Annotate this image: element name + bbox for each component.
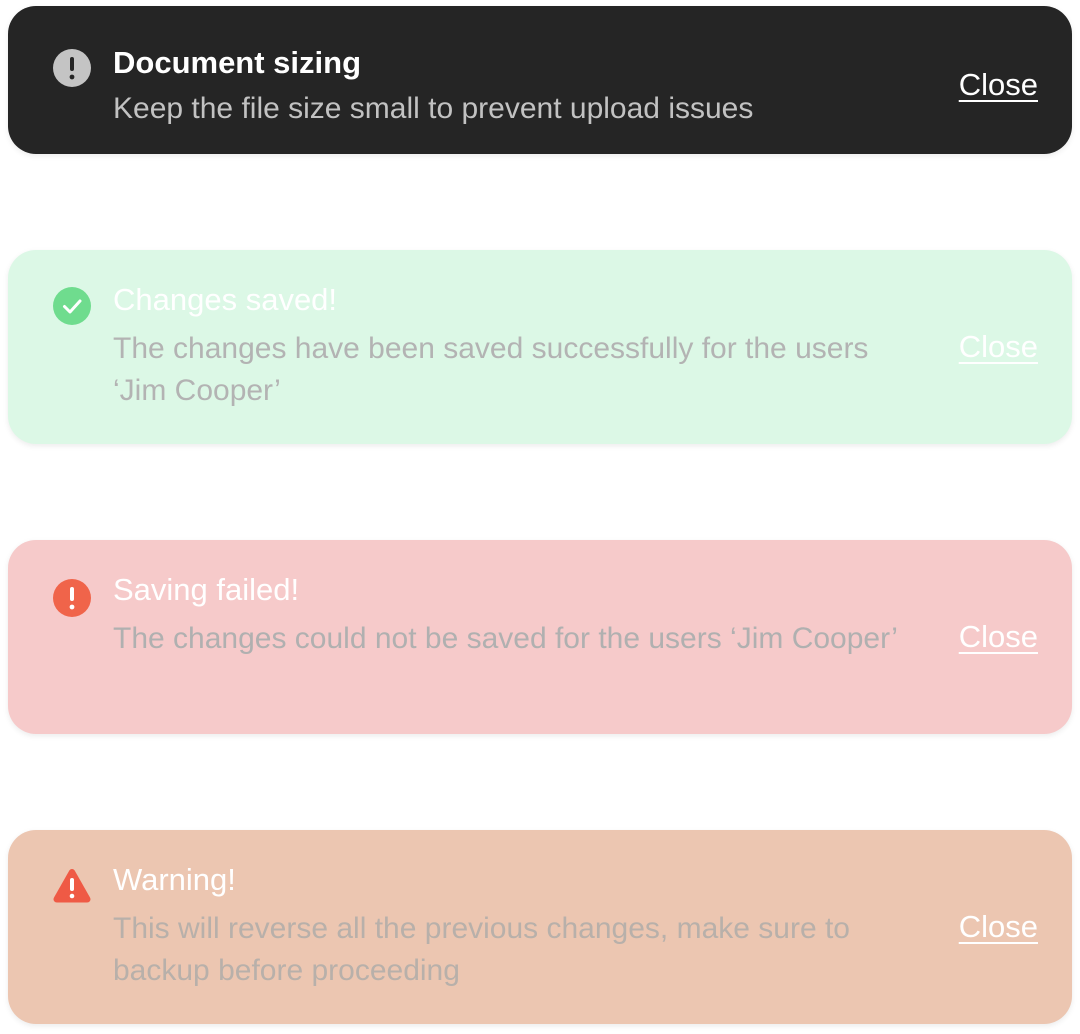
toast-message: Keep the file size small to prevent uplo… [113, 92, 754, 125]
warning-toast: Warning! This will reverse all the previ… [8, 830, 1072, 1024]
toast-message: The changes could not be saved for the u… [113, 622, 898, 655]
toast-gallery: Document sizing Keep the file size small… [0, 0, 1080, 1034]
toast-title: Document sizing [113, 45, 362, 80]
toast-title: Changes saved! [113, 282, 338, 317]
info-toast: Document sizing Keep the file size small… [8, 6, 1072, 154]
toast-title: Warning! [113, 862, 236, 897]
close-button[interactable]: Close [959, 328, 1038, 366]
toast-message: The changes have been saved successfully… [113, 332, 869, 407]
close-button[interactable]: Close [959, 908, 1038, 946]
error-toast: Saving failed! The changes could not be … [8, 540, 1072, 734]
warning-triangle-icon [52, 866, 92, 906]
success-toast: Changes saved! The changes have been sav… [8, 250, 1072, 444]
close-button[interactable]: Close [959, 618, 1038, 656]
toast-title: Saving failed! [113, 572, 300, 607]
exclamation-circle-icon [52, 48, 92, 88]
check-circle-icon [52, 286, 92, 326]
toast-message: This will reverse all the previous chang… [113, 912, 850, 987]
exclamation-circle-icon [52, 578, 92, 618]
close-button[interactable]: Close [959, 66, 1038, 104]
